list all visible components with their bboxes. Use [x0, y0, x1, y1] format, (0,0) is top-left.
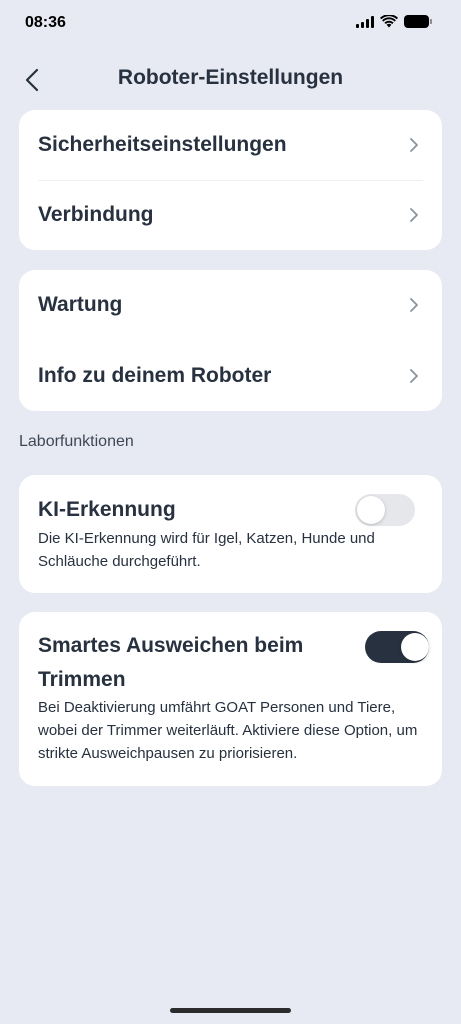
- smart-avoidance-card: Smartes Ausweichen beim Trimmen Bei Deak…: [19, 612, 442, 786]
- ai-detection-title: KI-Erkennung: [38, 498, 176, 521]
- toggle-knob: [401, 633, 429, 661]
- status-bar: 08:36: [0, 0, 461, 48]
- settings-item-label: Wartung: [38, 293, 123, 316]
- battery-icon: [404, 15, 432, 28]
- smart-avoidance-toggle[interactable]: [365, 631, 429, 663]
- chevron-right-icon: [410, 298, 418, 312]
- chevron-right-icon: [410, 208, 418, 222]
- settings-item-label: Verbindung: [38, 203, 154, 226]
- ai-detection-toggle[interactable]: [355, 494, 415, 526]
- settings-group-security-connection: Sicherheitseinstellungen Verbindung: [19, 110, 442, 250]
- nav-header: Roboter-Einstellungen: [0, 60, 461, 100]
- status-time: 08:36: [25, 14, 66, 31]
- settings-item-security[interactable]: Sicherheitseinstellungen: [19, 110, 442, 180]
- settings-item-label: Info zu deinem Roboter: [38, 364, 272, 387]
- wifi-icon: [380, 15, 398, 28]
- smart-avoidance-title: Smartes Ausweichen beim Trimmen: [38, 634, 304, 691]
- smart-avoidance-description: Bei Deaktivierung umfährt GOAT Personen …: [38, 699, 418, 762]
- home-indicator[interactable]: [170, 1008, 291, 1013]
- cellular-signal-icon: [356, 15, 374, 28]
- settings-item-robot-info[interactable]: Info zu deinem Roboter: [19, 341, 442, 411]
- ai-detection-card: KI-Erkennung Die KI-Erkennung wird für I…: [19, 475, 442, 593]
- settings-item-maintenance[interactable]: Wartung: [19, 270, 442, 340]
- settings-item-connection[interactable]: Verbindung: [19, 180, 442, 250]
- settings-group-maintenance-info: Wartung Info zu deinem Roboter: [19, 270, 442, 411]
- toggle-knob: [357, 496, 385, 524]
- chevron-right-icon: [410, 369, 418, 383]
- section-label-lab-features: Laborfunktionen: [19, 433, 134, 450]
- ai-detection-description: Die KI-Erkennung wird für Igel, Katzen, …: [38, 530, 375, 570]
- status-icons: [356, 15, 432, 28]
- chevron-right-icon: [410, 138, 418, 152]
- page-title: Roboter-Einstellungen: [117, 66, 344, 89]
- settings-item-label: Sicherheitseinstellungen: [38, 133, 287, 156]
